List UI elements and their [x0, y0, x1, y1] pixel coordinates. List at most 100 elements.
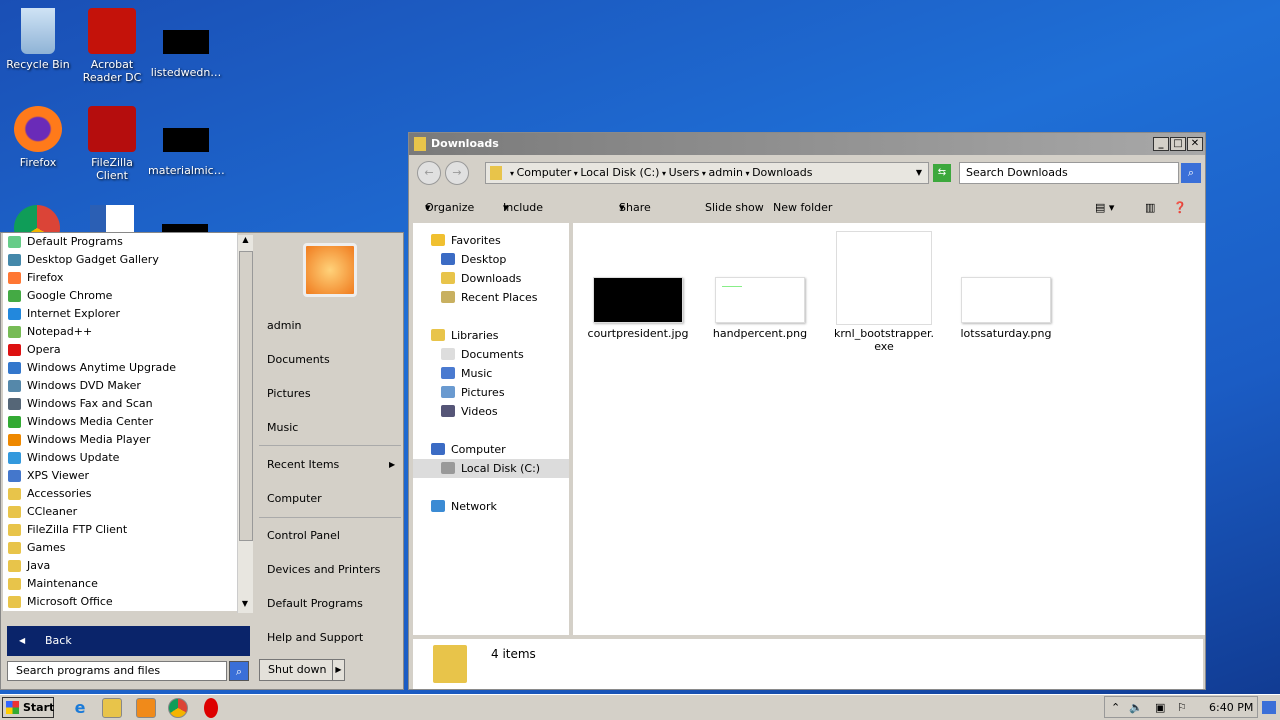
nav-network[interactable]: Network — [431, 497, 497, 516]
nav-videos[interactable]: Videos — [441, 402, 498, 421]
program-item[interactable]: Games — [3, 539, 237, 557]
change-view-icon[interactable]: ▤ ▾ — [1095, 193, 1114, 223]
nav-libraries[interactable]: Libraries — [431, 326, 499, 345]
desktop-icon-file[interactable]: materialmic… — [148, 106, 225, 177]
program-item[interactable]: Maintenance — [3, 575, 237, 593]
include-in-library-button[interactable]: Include in library ▾ — [503, 193, 543, 274]
program-item[interactable]: Windows Media Center — [3, 413, 237, 431]
show-hidden-icons[interactable]: ⌃ — [1111, 697, 1120, 719]
program-item[interactable]: Windows Anytime Upgrade — [3, 359, 237, 377]
share-with-button[interactable]: Share with ▾ — [619, 193, 651, 244]
help-icon[interactable]: ❓ — [1173, 193, 1187, 223]
nav-favorites[interactable]: Favorites — [431, 231, 501, 250]
desktop-icon-filezilla[interactable]: FileZilla Client — [74, 106, 150, 182]
media-player-icon[interactable] — [136, 698, 156, 718]
program-item[interactable]: Windows Fax and Scan — [3, 395, 237, 413]
network-icon[interactable]: ▣ — [1155, 697, 1165, 719]
breadcrumb-item[interactable]: admin — [709, 166, 743, 179]
preview-pane-icon[interactable]: ▥ — [1145, 193, 1155, 223]
shutdown-options-arrow[interactable]: ▶ — [332, 660, 344, 680]
internet-explorer-icon[interactable]: e — [70, 698, 90, 718]
breadcrumb-arrow-icon[interactable]: ▾ — [699, 169, 708, 178]
program-item[interactable]: Windows Update — [3, 449, 237, 467]
breadcrumb-arrow-icon[interactable]: ▾ — [571, 169, 580, 178]
file-item[interactable]: krnl_bootstrapper. exe — [829, 231, 939, 353]
minimize-button[interactable]: _ — [1153, 137, 1169, 151]
scrollbar[interactable]: ▲ ▼ — [237, 235, 253, 613]
file-item[interactable]: courtpresident.jpg — [583, 277, 693, 340]
program-item[interactable]: Opera — [3, 341, 237, 359]
breadcrumb-item[interactable]: Downloads — [752, 166, 812, 179]
start-link-music[interactable]: Music — [267, 419, 298, 437]
program-item[interactable]: Default Programs — [3, 233, 237, 251]
maximize-button[interactable]: □ — [1170, 137, 1186, 151]
program-item[interactable]: Google Chrome — [3, 287, 237, 305]
program-item[interactable]: XPS Viewer — [3, 467, 237, 485]
word-doc-icon[interactable] — [90, 205, 134, 235]
show-desktop-button[interactable] — [1262, 701, 1276, 714]
clock[interactable]: 6:40 PM — [1209, 697, 1253, 719]
nav-downloads[interactable]: Downloads — [441, 269, 521, 288]
program-item[interactable]: FileZilla FTP Client — [3, 521, 237, 539]
file-item[interactable]: lotssaturday.png — [951, 277, 1061, 340]
search-programs-input[interactable]: Search programs and files — [7, 661, 227, 681]
scroll-down-button[interactable]: ▼ — [238, 599, 252, 613]
scroll-thumb[interactable] — [239, 251, 253, 541]
nav-pictures[interactable]: Pictures — [441, 383, 505, 402]
refresh-button[interactable]: ⇆ — [933, 164, 951, 182]
breadcrumb-item[interactable]: Computer — [517, 166, 572, 179]
program-item[interactable]: Internet Explorer — [3, 305, 237, 323]
program-item[interactable]: Microsoft Office — [3, 593, 237, 611]
program-item[interactable]: Accessories — [3, 485, 237, 503]
start-link-devices-printers[interactable]: Devices and Printers — [267, 561, 380, 579]
title-bar[interactable]: Downloads _ □ ✕ — [409, 133, 1205, 155]
close-button[interactable]: ✕ — [1187, 137, 1203, 151]
breadcrumb-item[interactable]: Users — [669, 166, 700, 179]
start-link-recent-items[interactable]: Recent Items — [267, 456, 339, 474]
desktop-icon-recycle-bin[interactable]: Recycle Bin — [0, 8, 76, 71]
start-link-computer[interactable]: Computer — [267, 490, 322, 508]
file-item[interactable]: handpercent.png — [705, 277, 815, 340]
start-link-documents[interactable]: Documents — [267, 351, 330, 369]
nav-documents[interactable]: Documents — [441, 345, 524, 364]
slide-show-button[interactable]: Slide show — [705, 193, 764, 223]
volume-icon[interactable]: 🔈 — [1129, 697, 1143, 719]
desktop-icon-file[interactable]: listedwedn… — [148, 8, 224, 79]
chrome-icon[interactable] — [168, 698, 188, 718]
organize-button[interactable]: Organize ▾ — [425, 193, 474, 223]
start-link-help-support[interactable]: Help and Support — [267, 629, 363, 647]
start-button[interactable]: Start — [2, 697, 54, 718]
desktop-icon-firefox[interactable]: Firefox — [0, 106, 76, 169]
nav-local-disk[interactable]: Local Disk (C:) — [413, 459, 569, 478]
program-item[interactable]: Notepad++ — [3, 323, 237, 341]
back-button[interactable]: ◀ Back — [7, 626, 250, 656]
program-item[interactable]: Windows DVD Maker — [3, 377, 237, 395]
back-nav-button[interactable]: ← — [417, 161, 441, 185]
program-item[interactable]: Desktop Gadget Gallery — [3, 251, 237, 269]
program-item[interactable]: Firefox — [3, 269, 237, 287]
start-link-pictures[interactable]: Pictures — [267, 385, 311, 403]
user-picture[interactable] — [303, 243, 357, 297]
nav-computer[interactable]: Computer — [431, 440, 506, 459]
breadcrumb-arrow-icon[interactable]: ▾ — [743, 169, 752, 178]
forward-nav-button[interactable]: → — [445, 161, 469, 185]
breadcrumb-item[interactable]: Local Disk (C:) — [580, 166, 659, 179]
scroll-up-button[interactable]: ▲ — [238, 235, 253, 249]
opera-icon[interactable] — [204, 698, 218, 718]
search-icon[interactable]: ⌕ — [229, 661, 249, 681]
address-bar[interactable]: ▾ Computer ▾ Local Disk (C:) ▾ Users ▾ a… — [485, 162, 929, 184]
address-dropdown-arrow[interactable]: ▼ — [916, 163, 922, 183]
start-link-default-programs[interactable]: Default Programs — [267, 595, 363, 613]
desktop-icon-acrobat[interactable]: Acrobat Reader DC — [74, 8, 150, 84]
search-downloads-input[interactable]: Search Downloads — [959, 162, 1179, 184]
search-icon[interactable]: ⌕ — [1181, 163, 1201, 183]
start-link-control-panel[interactable]: Control Panel — [267, 527, 340, 545]
program-item[interactable]: CCleaner — [3, 503, 237, 521]
program-item[interactable]: Java — [3, 557, 237, 575]
breadcrumb-arrow-icon[interactable]: ▾ — [659, 169, 668, 178]
nav-recent-places[interactable]: Recent Places — [441, 288, 538, 307]
windows-explorer-icon[interactable] — [102, 698, 122, 718]
program-item[interactable]: Windows Media Player — [3, 431, 237, 449]
start-link-admin[interactable]: admin — [267, 317, 301, 335]
nav-desktop[interactable]: Desktop — [441, 250, 506, 269]
